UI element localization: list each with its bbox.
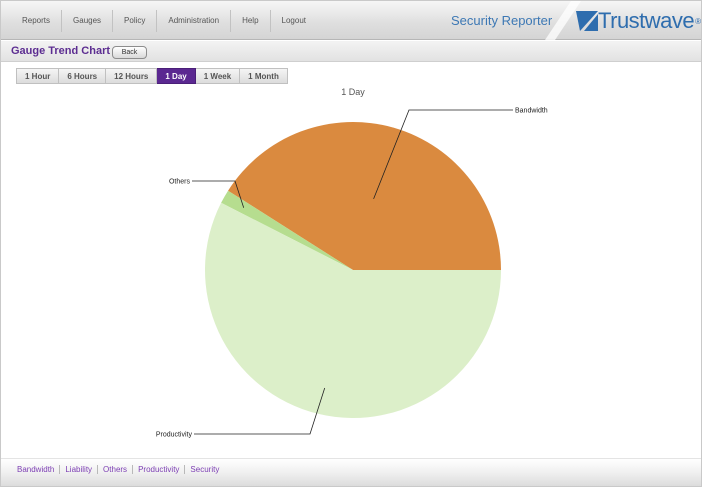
- legend-liability[interactable]: Liability: [60, 465, 99, 474]
- trustwave-logo-icon: [576, 11, 598, 31]
- legend-bandwidth[interactable]: Bandwidth: [17, 465, 61, 474]
- tab-1-week[interactable]: 1 Week: [195, 68, 241, 84]
- nav-gauges[interactable]: Gauges: [62, 9, 114, 32]
- nav-policy[interactable]: Policy: [113, 9, 158, 32]
- registered-mark: ®: [695, 16, 702, 26]
- legend-security[interactable]: Security: [185, 465, 224, 474]
- legend-productivity[interactable]: Productivity: [133, 465, 186, 474]
- brand-name: Trustwave: [598, 8, 695, 33]
- tab-1-day[interactable]: 1 Day: [157, 68, 196, 84]
- nav-administration[interactable]: Administration: [157, 9, 232, 32]
- chart-title: 1 Day: [341, 87, 365, 97]
- tab-6-hours[interactable]: 6 Hours: [59, 68, 107, 84]
- tab-1-hour[interactable]: 1 Hour: [16, 68, 60, 84]
- top-navigation-bar: Reports Gauges Policy Administration Hel…: [1, 1, 701, 40]
- back-button[interactable]: Back: [112, 46, 147, 59]
- legend-bar: Bandwidth Liability Others Productivity …: [1, 458, 701, 486]
- main-menu: Reports Gauges Policy Administration Hel…: [11, 1, 317, 40]
- slice-label-others: Others: [169, 179, 191, 186]
- tab-12-hours[interactable]: 12 Hours: [106, 68, 158, 84]
- nav-help[interactable]: Help: [231, 9, 271, 32]
- legend: Bandwidth Liability Others Productivity …: [17, 465, 224, 474]
- nav-reports[interactable]: Reports: [11, 9, 63, 32]
- tab-1-month[interactable]: 1 Month: [240, 68, 288, 84]
- nav-logout[interactable]: Logout: [271, 10, 317, 32]
- pie-slices: [204, 122, 502, 418]
- page-title: Gauge Trend Chart: [11, 45, 111, 57]
- time-range-tabs: 1 Hour 6 Hours 12 Hours 1 Day 1 Week 1 M…: [16, 68, 288, 84]
- product-title: Security Reporter: [451, 13, 553, 28]
- legend-others[interactable]: Others: [98, 465, 134, 474]
- page-heading-bar: Gauge Trend Chart Back: [1, 41, 701, 62]
- gauge-trend-pie-chart: 1 Day Bandwidth Others Productivity: [156, 87, 548, 439]
- slice-label-bandwidth: Bandwidth: [515, 108, 548, 115]
- brand-logo: Trustwave ®: [576, 8, 701, 34]
- header-divider: [545, 1, 581, 40]
- slice-label-productivity: Productivity: [156, 432, 193, 439]
